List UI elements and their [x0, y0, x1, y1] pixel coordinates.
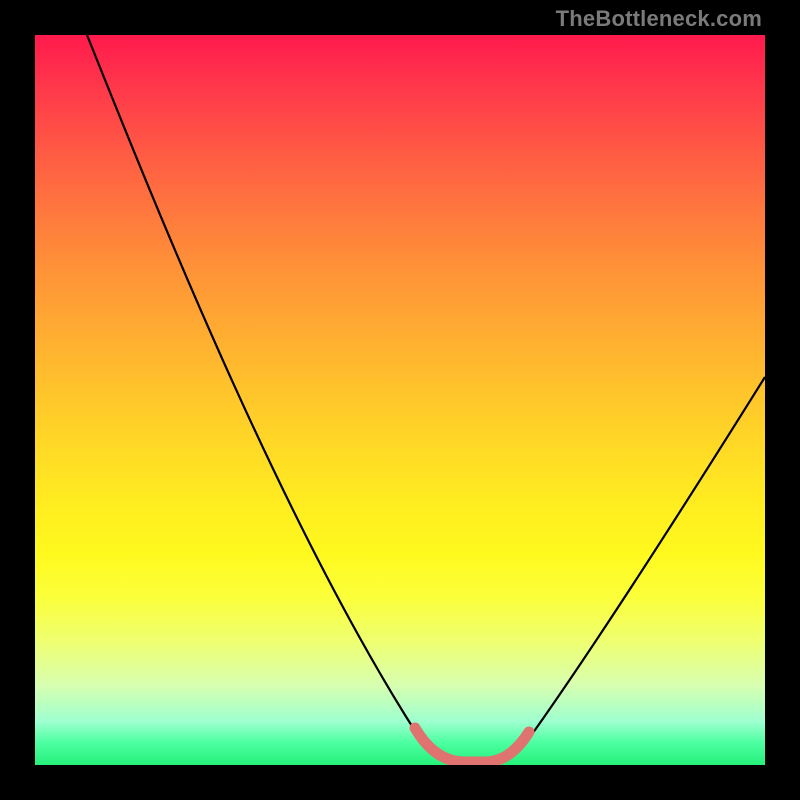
plot-area: [35, 35, 765, 765]
optimal-region-highlight: [415, 728, 529, 762]
bottleneck-curve-line: [87, 35, 765, 765]
chart-frame: TheBottleneck.com: [0, 0, 800, 800]
bottleneck-curve-svg: [35, 35, 765, 765]
watermark-text: TheBottleneck.com: [556, 6, 762, 32]
